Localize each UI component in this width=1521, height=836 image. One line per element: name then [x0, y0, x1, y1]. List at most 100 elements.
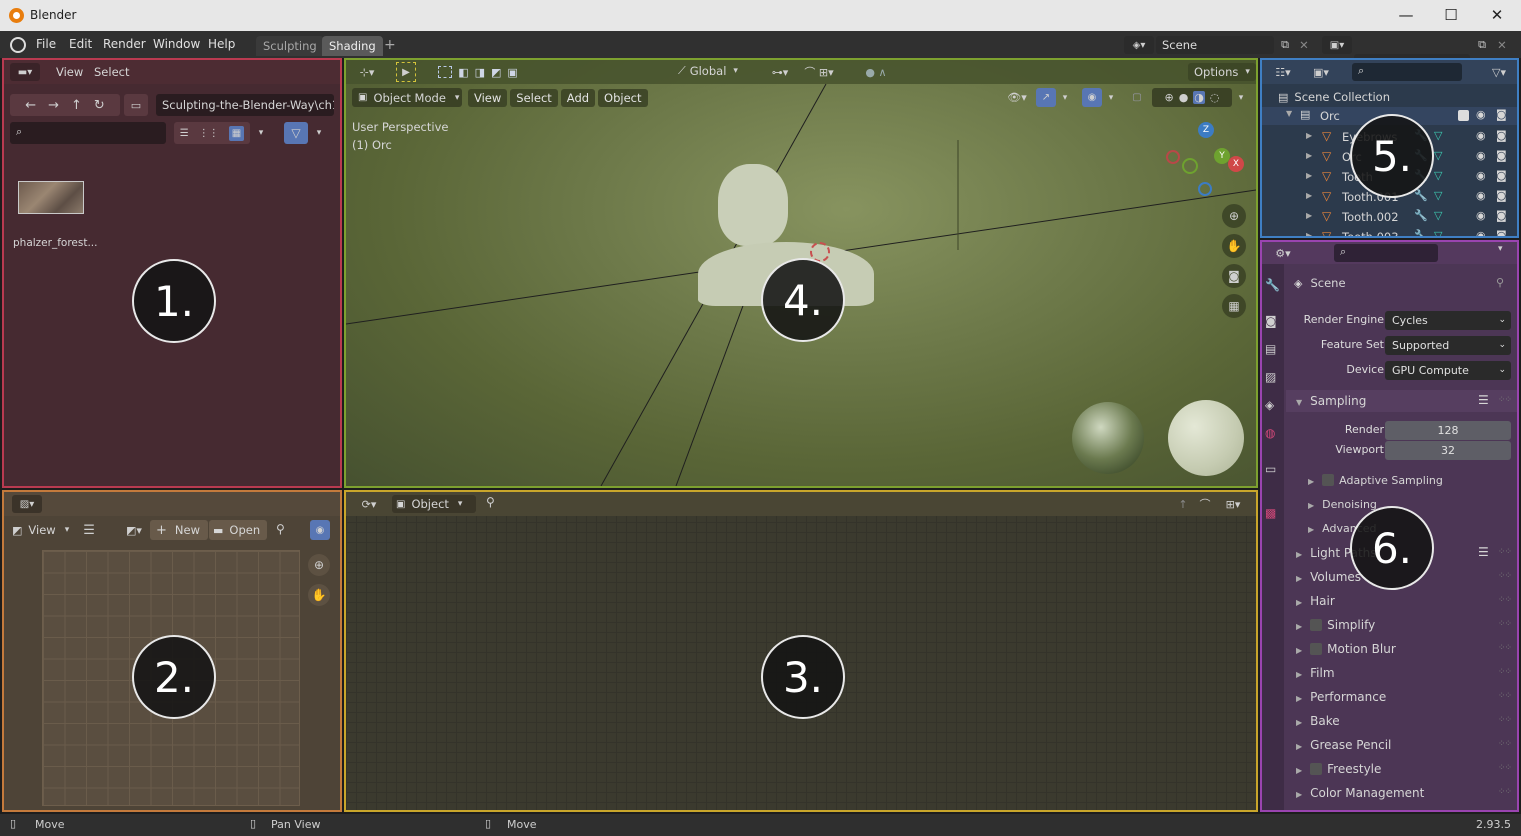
snap-icon[interactable]: ⌒ [1196, 495, 1214, 513]
snap-settings-icon[interactable]: ⊞▾ [1218, 495, 1248, 513]
overlays-toggle-icon[interactable]: ◉ [1082, 88, 1102, 107]
display-settings-dropdown[interactable]: ▾ [252, 122, 270, 144]
new-view-layer-icon[interactable]: ⧉ [1473, 36, 1491, 54]
expand-arrow-icon[interactable]: ▶ [1306, 191, 1312, 200]
camera-icon[interactable]: ◙ [1496, 209, 1507, 222]
outliner-search-input[interactable]: ⌕ [1352, 63, 1462, 81]
eye-icon[interactable]: ◉ [1476, 129, 1486, 142]
properties-panel-header[interactable]: ▶ Film ⁘⁘ [1286, 662, 1517, 684]
file-search-input[interactable]: ⌕ [10, 122, 166, 144]
viewport-menu-view[interactable]: View [468, 88, 508, 107]
list-horizontal-icon[interactable]: ⋮⋮ [199, 128, 219, 139]
properties-panel-header[interactable]: ▶ Grease Pencil ⁘⁘ [1286, 734, 1517, 756]
gizmo-toggle-icon[interactable]: ↗ [1036, 88, 1056, 107]
zoom-icon[interactable]: ⊕ [1222, 204, 1246, 228]
camera-icon[interactable]: ◙ [1496, 189, 1507, 202]
maximize-button[interactable]: ☐ [1436, 4, 1466, 26]
pin-icon[interactable]: ⚲ [276, 522, 285, 536]
options-dropdown[interactable]: Options ▾ [1188, 63, 1256, 81]
properties-panel-header[interactable]: ▶ Freestyle ⁘⁘ [1286, 758, 1517, 780]
pin-icon[interactable]: ⚲ [1496, 276, 1504, 289]
navigation-gizmo[interactable]: Z Y X [1166, 122, 1244, 202]
properties-panel-header[interactable]: ▶ Bake ⁘⁘ [1286, 710, 1517, 732]
gizmo-neg-y-axis[interactable] [1182, 158, 1198, 174]
properties-panel-header[interactable]: ▶ Motion Blur ⁘⁘ [1286, 638, 1517, 660]
file-thumbnail[interactable] [18, 181, 84, 214]
display-mode-icon[interactable]: ▣▾ [1306, 63, 1336, 81]
camera-view-icon[interactable]: ◙ [1222, 264, 1246, 288]
delete-scene-icon[interactable]: ✕ [1297, 36, 1311, 54]
new-folder-icon[interactable]: ▭ [124, 94, 148, 116]
checkbox-icon[interactable] [1458, 110, 1469, 121]
editor-type-icon[interactable]: ▬▾ [10, 63, 40, 81]
view-layer-selector-icon[interactable]: ▣▾ [1322, 36, 1352, 54]
zoom-icon[interactable]: ⊕ [308, 554, 330, 576]
back-arrow-icon[interactable]: ← [25, 98, 36, 113]
tool-tab-icon[interactable]: 🔧 [1265, 278, 1280, 292]
forward-arrow-icon[interactable]: → [48, 98, 59, 113]
view-layer-tab-icon[interactable]: ▨ [1265, 370, 1276, 384]
filter-settings-dropdown[interactable]: ▾ [310, 122, 328, 144]
parent-directory-icon[interactable]: ↑ [71, 98, 82, 113]
refresh-icon[interactable]: ↻ [94, 98, 105, 113]
delete-view-layer-icon[interactable]: ✕ [1495, 36, 1509, 54]
eye-icon[interactable]: ◉ [1476, 169, 1486, 182]
properties-panel-header[interactable]: ▶ Performance ⁘⁘ [1286, 686, 1517, 708]
image-mode-icon[interactable]: ◩ [12, 524, 22, 537]
properties-search-input[interactable]: ⌕ [1334, 244, 1438, 262]
properties-panel-header[interactable]: ▶ Color Management ⁘⁘ [1286, 782, 1517, 804]
scene-name-field[interactable]: Scene [1156, 36, 1274, 54]
gizmo-x-axis[interactable]: X [1228, 156, 1244, 172]
camera-icon[interactable]: ◙ [1496, 169, 1507, 182]
camera-icon[interactable]: ◙ [1496, 129, 1507, 142]
parent-node-tree-icon[interactable]: ↑ [1174, 495, 1192, 513]
file-name-label[interactable]: phalzer_forest... [13, 237, 97, 249]
properties-options-dropdown[interactable]: ▾ [1498, 244, 1503, 254]
expand-arrow-icon[interactable]: ▶ [1306, 171, 1312, 180]
new-scene-icon[interactable]: ⧉ [1276, 36, 1294, 54]
camera-icon[interactable]: ◙ [1496, 149, 1507, 162]
3d-viewport-area[interactable]: ⊹▾ ▶ ◧ ◨ ◩ ▣ ⟋ Global ▾ ⊶▾ ⌒ ⊞▾ ● ∧ Options… [344, 58, 1258, 488]
filter-icon[interactable]: ▽ [284, 122, 308, 144]
orc-head-sculpt[interactable] [718, 164, 788, 246]
preset-list-icon[interactable]: ☰ [1478, 393, 1489, 407]
proportional-editing-icon[interactable]: ● ∧ [854, 63, 898, 81]
gizmo-dropdown[interactable]: ▾ [1058, 88, 1072, 107]
checkbox-icon[interactable] [1310, 763, 1323, 775]
properties-panel-header[interactable]: ▶ Simplify ⁘⁘ [1286, 614, 1517, 636]
render-samples-field[interactable]: 128 [1385, 421, 1511, 440]
gizmo-neg-x-axis[interactable] [1166, 150, 1180, 164]
minimize-button[interactable]: — [1391, 4, 1421, 26]
hand-pan-icon[interactable]: ✋ [308, 584, 330, 606]
node-editor-area[interactable]: ⟳▾ ▣ Object ▾ ⚲ ↑ ⌒ ⊞▾ 3. [344, 490, 1258, 812]
grid-perspective-icon[interactable]: ▦ [1222, 294, 1246, 318]
eye-icon[interactable]: ◉ [1476, 209, 1486, 222]
mode-dropdown[interactable]: ▣ Object Mode ▾ [352, 88, 462, 107]
add-workspace-icon[interactable]: + [384, 37, 396, 53]
solid-shading-icon[interactable]: ● [1179, 91, 1189, 104]
viewport-menu-object[interactable]: Object [598, 88, 648, 107]
material-preview-icon[interactable]: ◑ [1193, 91, 1205, 104]
expand-arrow-icon[interactable]: ▶ [1306, 231, 1312, 236]
selection-mode-icons[interactable]: ◧ ◨ ◩ ▣ [430, 63, 526, 81]
transform-orientation-dropdown[interactable]: ⟋ Global ▾ [678, 64, 738, 78]
image-browse-icon[interactable]: ◩▾ [119, 520, 149, 540]
overlay-toggle-icon[interactable]: ◉ [310, 520, 330, 540]
snapping-icon[interactable]: ⌒ ⊞▾ [796, 63, 842, 81]
new-image-button[interactable]: + New [150, 520, 208, 540]
eye-icon[interactable]: ◉ [1476, 149, 1486, 162]
collection-tab-icon[interactable]: ▭ [1265, 462, 1276, 476]
shader-type-dropdown[interactable]: ▣ Object ▾ [392, 495, 476, 513]
editor-type-icon[interactable]: ▨▾ [12, 495, 42, 513]
close-button[interactable]: ✕ [1482, 4, 1512, 26]
visibility-icon[interactable]: 👁▾ [1000, 88, 1034, 107]
camera-icon[interactable]: ◙ [1496, 229, 1507, 236]
thumbnail-view-icon[interactable]: ▦ [228, 125, 245, 141]
render-engine-dropdown[interactable]: Cycles ⌄ [1385, 311, 1511, 330]
gizmo-z-axis[interactable]: Z [1198, 122, 1214, 138]
camera-icon[interactable]: ◙ [1496, 108, 1507, 121]
outliner-object-row[interactable]: ▶ ▽ Tooth.002 🔧 ▽ ◉ ◙ [1262, 207, 1517, 227]
device-dropdown[interactable]: GPU Compute ⌄ [1385, 361, 1511, 380]
sampling-panel-header[interactable]: ▼ Sampling ☰ ⁘⁘ [1286, 390, 1517, 412]
expand-arrow-icon[interactable]: ▶ [1306, 151, 1312, 160]
